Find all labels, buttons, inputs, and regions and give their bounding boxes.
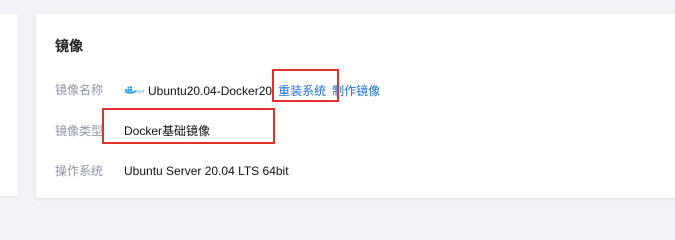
make-image-link[interactable]: 制作镜像	[332, 84, 380, 98]
section-title: 镜像	[55, 38, 83, 54]
image-name-value: docker Ubuntu20.04-Docker20 重装系统制作镜像	[124, 81, 380, 100]
image-type-value: Docker基础镜像	[124, 124, 211, 138]
os-value: Ubuntu Server 20.04 LTS 64bit	[124, 164, 289, 178]
reinstall-system-link[interactable]: 重装系统	[278, 84, 326, 98]
page: 镜像 镜像名称 docker Ubuntu20.04-Docker20 重装系统制…	[0, 0, 675, 210]
image-type-label: 镜像类型	[55, 124, 104, 138]
adjacent-card	[0, 14, 18, 196]
image-name-text: Ubuntu20.04-Docker20	[148, 83, 273, 98]
os-label: 操作系统	[55, 164, 104, 178]
image-name-label: 镜像名称	[55, 83, 104, 97]
svg-text:docker: docker	[136, 89, 144, 93]
image-info-card: 镜像 镜像名称 docker Ubuntu20.04-Docker20 重装系统制…	[36, 14, 675, 198]
docker-icon: docker	[124, 81, 149, 99]
